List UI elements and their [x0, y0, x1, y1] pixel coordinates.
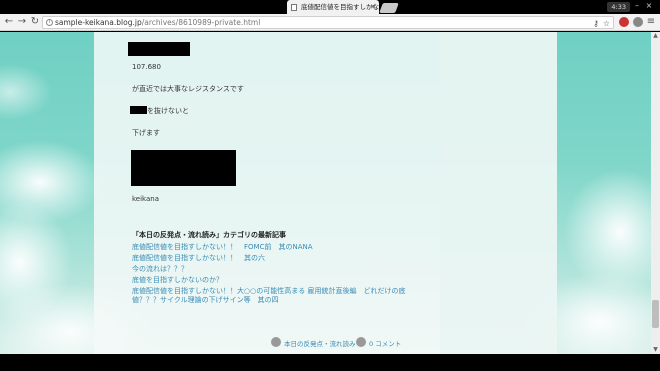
site-info-icon[interactable]: i — [46, 19, 53, 26]
window-titlebar: 底値配信値を目指すしかない ✕ 4:33 – × — [0, 0, 660, 14]
redacted-image — [128, 42, 190, 56]
forward-icon[interactable]: → — [16, 16, 28, 28]
footer-category-link[interactable]: 本日の反発点・流れ読み — [284, 338, 356, 348]
url-path: /archives/8610989-private.html — [141, 18, 261, 27]
browser-toolbar: ← → ↻ i sample-keikana.blog.jp/archives/… — [0, 14, 660, 31]
scrollbar-thumb[interactable] — [652, 300, 659, 328]
redacted-image-large — [131, 150, 236, 186]
back-icon[interactable]: ← — [3, 16, 15, 28]
key-icon[interactable]: ⚷ — [593, 18, 599, 28]
post-line-3: 下げます — [132, 129, 160, 137]
category-icon — [271, 337, 281, 347]
menu-icon[interactable]: ≡ — [646, 16, 656, 28]
related-link[interactable]: 底値配信値を目指すしかない！！ 其の六 — [132, 253, 265, 263]
minimize-icon[interactable]: – — [632, 1, 642, 11]
post-line-1: が直近では大事なレジスタンスです — [132, 85, 244, 93]
address-bar[interactable]: i sample-keikana.blog.jp/archives/861098… — [42, 16, 614, 29]
related-link[interactable]: 底値配信値を目指すしかない！！ FOMC前 其のNANA — [132, 242, 313, 252]
scroll-up-icon[interactable]: ▲ — [651, 32, 660, 40]
redacted-text — [130, 106, 147, 114]
page-scrollbar[interactable]: ▲ ▼ — [651, 32, 660, 354]
new-tab-button[interactable] — [379, 3, 399, 13]
profile-icon[interactable] — [633, 17, 643, 27]
taskbar-strip — [0, 354, 660, 371]
footer-comments-link[interactable]: 0 コメント — [369, 338, 401, 348]
system-clock: 4:33 — [607, 2, 630, 12]
scroll-down-icon[interactable]: ▼ — [651, 346, 660, 354]
post-author: keikana — [132, 195, 160, 203]
sidebar-column — [440, 32, 557, 354]
reload-icon[interactable]: ↻ — [29, 16, 41, 28]
related-link[interactable]: 底値を目指すしかないのか？ — [132, 275, 223, 285]
tab-title: 底値配信値を目指すしかない — [301, 3, 379, 11]
url-host: sample-keikana.blog.jp — [55, 18, 142, 27]
extension-icon[interactable] — [619, 17, 629, 27]
page-viewport: 107.680 が直近では大事なレジスタンスです を抜けないと 下げます kei… — [0, 32, 651, 354]
post-value: 107.680 — [132, 63, 161, 71]
close-window-icon[interactable]: × — [644, 1, 654, 11]
bookmark-star-icon[interactable]: ☆ — [603, 18, 610, 28]
related-heading: 「本日の反発点・流れ読み」カテゴリの最新記事 — [132, 231, 286, 239]
related-link[interactable]: 今の流れは？？？ — [132, 264, 188, 274]
browser-tab[interactable]: 底値配信値を目指すしかない ✕ — [287, 0, 379, 14]
related-link[interactable]: 値？？？サイクル理論の下げサイン等 其の四 — [132, 295, 279, 305]
tab-close-icon[interactable]: ✕ — [370, 0, 376, 14]
page-favicon-icon — [291, 4, 297, 11]
comment-icon — [356, 337, 366, 347]
post-line-2: を抜けないと — [147, 107, 189, 115]
